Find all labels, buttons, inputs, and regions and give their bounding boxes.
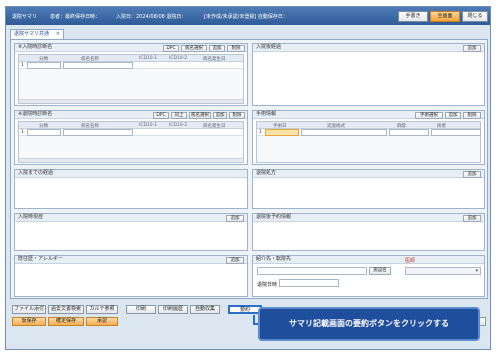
facility-field[interactable] bbox=[257, 267, 367, 275]
diagnosis-name-field[interactable] bbox=[63, 62, 133, 69]
surgery-date-field[interactable] bbox=[265, 129, 299, 136]
close-window-button[interactable]: 閉じる bbox=[462, 11, 488, 22]
print-button[interactable]: 印刷 bbox=[126, 305, 156, 314]
summary-button[interactable]: 要約 bbox=[228, 305, 262, 314]
allergy-panel: 既往歴・アレルギー 追加 bbox=[14, 255, 248, 297]
discharge-diagnosis-panel: ※退院時診断名 DPC 同上 病名選択 追加 削除 分類 病名名称 ICD10-… bbox=[14, 110, 248, 165]
column-header: ICD10-1 bbox=[139, 56, 158, 61]
doctor-label: 医師 bbox=[405, 258, 416, 264]
form-content: ※入院時診断名 DPC 病名選択 追加 削除 分類 病名名称 ICD10-1 I… bbox=[10, 39, 488, 299]
discharge-diagnosis-grid: 分類 病名名称 ICD10-1 ICD10-2 病名発生日 1 bbox=[18, 121, 244, 163]
add-button[interactable]: 追加 bbox=[226, 215, 244, 222]
dpc-button[interactable]: DPC bbox=[153, 112, 169, 119]
same-as-above-button[interactable]: 同上 bbox=[171, 112, 187, 119]
tab-summary-common[interactable]: 退院サマリ共通 × bbox=[10, 29, 64, 39]
tab-label: 退院サマリ共通 bbox=[14, 31, 50, 37]
admission-status-panel: 入院時現症 追加 bbox=[14, 213, 248, 251]
patient-info: 患者：最終保存日時： bbox=[50, 14, 101, 20]
admission-reason-title: 入院までの経過 bbox=[15, 170, 247, 178]
surgeon-field[interactable] bbox=[431, 129, 481, 136]
diagnosis-select-button[interactable]: 病名選択 bbox=[181, 45, 207, 52]
add-button[interactable]: 追加 bbox=[213, 112, 227, 119]
table-row[interactable]: 1 bbox=[19, 62, 243, 69]
row-marker: 1 bbox=[259, 130, 262, 135]
facility-name-button[interactable]: 施設名 bbox=[369, 267, 391, 275]
discharge-date-field[interactable] bbox=[279, 279, 339, 287]
admission-diagnosis-panel: ※入院時診断名 DPC 病名選択 追加 削除 分類 病名名称 ICD10-1 I… bbox=[14, 43, 248, 106]
delete-button[interactable]: 削除 bbox=[463, 112, 481, 119]
discharge-date-label: 退院日時 bbox=[257, 282, 278, 288]
grid-header: 手術日 実施術式 麻酔 術者 bbox=[257, 122, 480, 129]
chevron-down-icon: ▾ bbox=[475, 268, 478, 274]
tab-strip: 退院サマリ共通 × bbox=[10, 29, 488, 39]
approve-button[interactable]: 承認 bbox=[86, 317, 118, 326]
fullscreen-button[interactable]: 全画面 bbox=[430, 11, 460, 22]
app-title: 退院サマリ bbox=[12, 14, 38, 20]
surgery-panel: 手術情報 手術選択 追加 削除 手術日 実施術式 麻酔 術者 1 bbox=[252, 110, 485, 165]
chart-reference-button[interactable]: カルテ参照 bbox=[86, 305, 118, 314]
add-button[interactable]: 追加 bbox=[463, 215, 481, 222]
horizontal-scrollbar[interactable] bbox=[19, 158, 243, 162]
discharge-prescription-panel: 退院処方 追加 bbox=[252, 169, 485, 209]
admission-reason-panel: 入院までの経過 bbox=[14, 169, 248, 209]
post-discharge-panel: 退院後予約情報 追加 bbox=[252, 213, 485, 251]
referral-title: 紹介先・転院先 bbox=[253, 256, 484, 264]
allergy-title: 既往歴・アレルギー bbox=[15, 256, 247, 264]
close-icon[interactable]: × bbox=[56, 30, 60, 38]
surgery-grid: 手術日 実施術式 麻酔 術者 1 bbox=[256, 121, 481, 163]
delete-button[interactable]: 削除 bbox=[227, 45, 245, 52]
doctor-select[interactable]: ▾ bbox=[405, 267, 481, 275]
surgery-select-button[interactable]: 手術選択 bbox=[415, 112, 443, 119]
instruction-callout: サマリ記載画面の要約ボタンをクリックする bbox=[258, 307, 480, 341]
row-marker: 1 bbox=[21, 130, 24, 135]
post-discharge-title: 退院後予約情報 bbox=[253, 214, 484, 222]
hospital-course-panel: 入院後経過 追加 bbox=[252, 43, 485, 106]
title-bar: 退院サマリ 患者：最終保存日時： 入院日：2024/08/08 退院日： [未作… bbox=[6, 7, 490, 25]
admission-status-title: 入院時現症 bbox=[15, 214, 247, 222]
diagnosis-name-field[interactable] bbox=[63, 129, 133, 136]
table-row[interactable]: 1 bbox=[19, 129, 243, 136]
diagnosis-select-button[interactable]: 病名選択 bbox=[189, 112, 211, 119]
hospital-course-title: 入院後経過 bbox=[253, 44, 484, 52]
category-select[interactable] bbox=[27, 62, 61, 69]
category-select[interactable] bbox=[27, 129, 61, 136]
referral-panel: 紹介先・転院先 医師 施設名 ▾ 退院日時 bbox=[252, 255, 485, 297]
temp-save-button[interactable]: 仮保存 bbox=[12, 317, 46, 326]
summary-window: 退院サマリ 患者：最終保存日時： 入院日：2024/08/08 退院日： [未作… bbox=[5, 6, 491, 350]
grid-header: 分類 病名名称 ICD10-1 ICD10-2 病名発生日 bbox=[19, 55, 243, 62]
handwrite-button[interactable]: 手書き bbox=[398, 11, 428, 22]
grid-header: 分類 病名名称 ICD10-1 ICD10-2 病名発生日 bbox=[19, 122, 243, 129]
admission-info: 入院日：2024/08/08 退院日： bbox=[116, 14, 187, 20]
add-button[interactable]: 追加 bbox=[463, 45, 481, 52]
add-button[interactable]: 追加 bbox=[209, 45, 225, 52]
column-header: ICD10-2 bbox=[169, 56, 188, 61]
column-header: ICD10-1 bbox=[139, 123, 158, 128]
attach-file-button[interactable]: ファイル添付 bbox=[12, 305, 46, 314]
horizontal-scrollbar[interactable] bbox=[19, 99, 243, 103]
discharge-prescription-title: 退院処方 bbox=[253, 170, 484, 178]
callout-text: サマリ記載画面の要約ボタンをクリックする bbox=[289, 319, 449, 328]
admission-diagnosis-grid: 分類 病名名称 ICD10-1 ICD10-2 病名発生日 1 bbox=[18, 54, 244, 104]
past-document-search-button[interactable]: 過去文書検索 bbox=[48, 305, 84, 314]
add-button[interactable]: 追加 bbox=[226, 257, 244, 264]
table-row[interactable]: 1 bbox=[257, 129, 481, 136]
add-button[interactable]: 追加 bbox=[463, 171, 481, 178]
column-header: ICD10-2 bbox=[169, 123, 188, 128]
status-info: [未作成/未承認/未登録] 自動保存日： bbox=[204, 14, 288, 20]
add-button[interactable]: 追加 bbox=[445, 112, 461, 119]
auto-collect-button[interactable]: 自動収集 bbox=[190, 305, 220, 314]
row-marker: 1 bbox=[21, 63, 24, 68]
dpc-button[interactable]: DPC bbox=[163, 45, 179, 52]
confirm-save-button[interactable]: 確定保存 bbox=[48, 317, 84, 326]
anesthesia-field[interactable] bbox=[389, 129, 429, 136]
delete-button[interactable]: 削除 bbox=[229, 112, 245, 119]
procedure-field[interactable] bbox=[301, 129, 387, 136]
print-history-button[interactable]: 印刷履歴 bbox=[158, 305, 188, 314]
